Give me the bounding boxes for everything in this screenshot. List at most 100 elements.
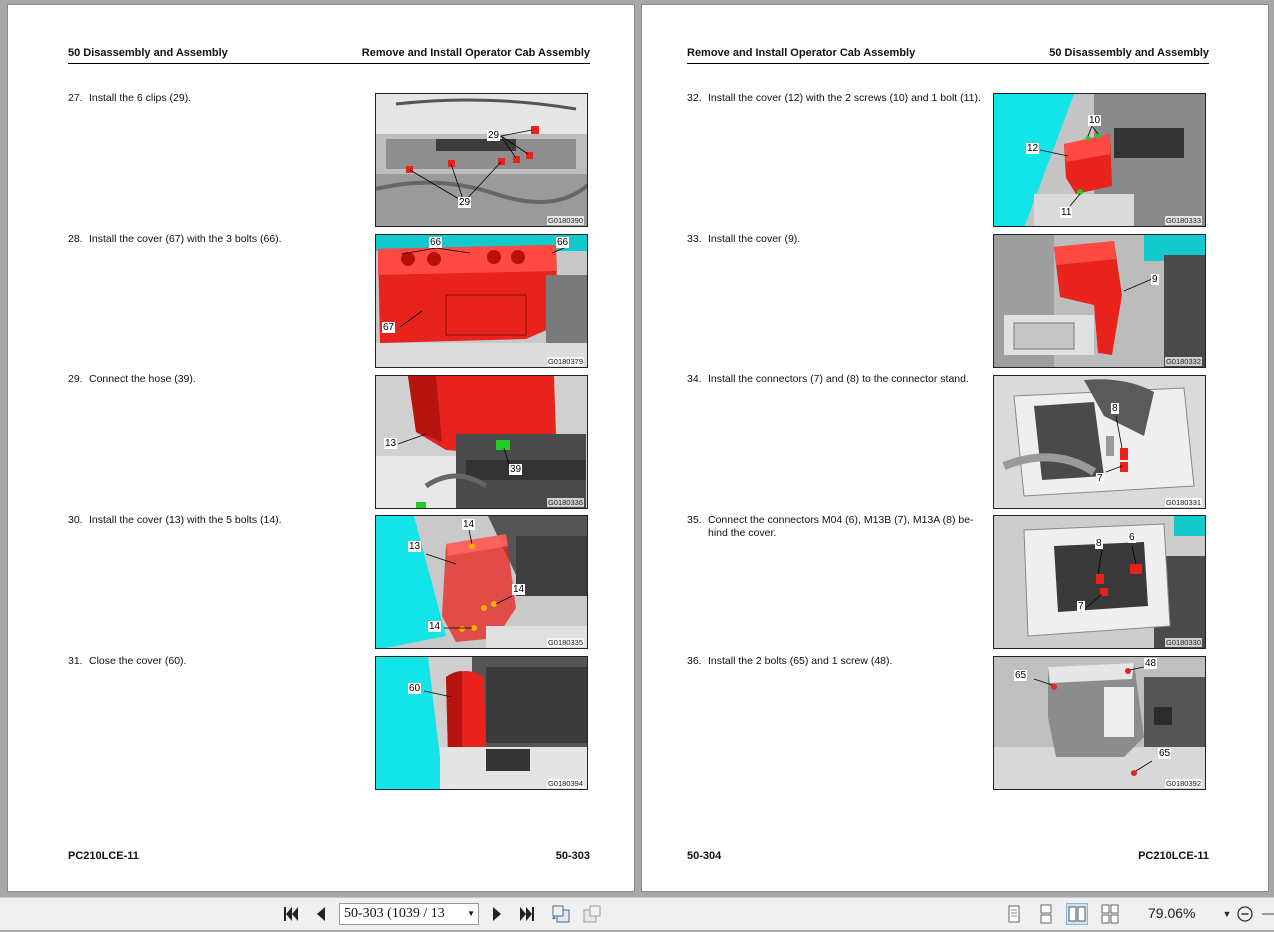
step-number: 32.: [687, 92, 702, 104]
page-header-section: 50 Disassembly and Assembly: [1049, 47, 1209, 59]
figure-code: G0180336: [546, 498, 584, 507]
figure-g0180331: 8 7 G0180331: [993, 375, 1206, 509]
callout-label: 6: [1128, 532, 1136, 543]
callout-label: 29: [458, 197, 472, 208]
step-text: Install the cover (67) with the 3 bolts …: [89, 233, 282, 245]
callout-label: 67: [382, 322, 396, 333]
figure-g0180379: 66 66 67 G0180379: [375, 234, 588, 368]
next-view-icon[interactable]: [581, 903, 603, 925]
step-text: Close the cover (60).: [89, 655, 187, 667]
previous-view-icon[interactable]: [550, 903, 572, 925]
step-text: Install the connectors (7) and (8) to th…: [708, 373, 969, 385]
figure-g0180335: 14 13 14 14 G0180335: [375, 515, 588, 649]
step-text-line1: Connect the connectors M04 (6), M13B (7)…: [708, 514, 974, 526]
step-33: 33. Install the cover (9).: [687, 233, 987, 247]
prev-page-icon[interactable]: [310, 903, 332, 925]
figure-g0180390: 29 29 G0180390: [375, 93, 588, 227]
callout-label: 14: [428, 621, 442, 632]
step-text: Install the cover (9).: [708, 233, 801, 245]
footer-model: PC210LCE-11: [68, 850, 139, 862]
viewer-toolbar: 50-303 (1039 / 13 ▼ 79.06% ▼: [0, 897, 1274, 930]
figure-code: G0180331: [1164, 498, 1202, 507]
page-header-section: 50 Disassembly and Assembly: [68, 47, 228, 59]
figure-g0180394: 60 G0180394: [375, 656, 588, 790]
footer-page-number: 50-303: [555, 850, 590, 862]
callout-label: 39: [509, 464, 523, 475]
step-number: 28.: [68, 233, 83, 245]
callout-label: 48: [1144, 658, 1158, 669]
single-page-icon[interactable]: [1003, 903, 1025, 925]
step-number: 36.: [687, 655, 702, 667]
step-28: 28. Install the cover (67) with the 3 bo…: [68, 233, 368, 247]
callout-label: 7: [1096, 473, 1104, 484]
step-number: 29.: [68, 373, 83, 385]
zoom-out-icon[interactable]: [1235, 903, 1257, 925]
callout-label: 60: [408, 683, 422, 694]
callout-label: 9: [1151, 274, 1159, 285]
figure-code: G0180332: [1164, 357, 1202, 366]
zoom-slider-track[interactable]: [1260, 903, 1274, 925]
callout-label: 11: [1060, 207, 1073, 218]
figure-g0180332: 9 G0180332: [993, 234, 1206, 368]
figure-code: G0180330: [1164, 638, 1202, 647]
page-header-title: Remove and Install Operator Cab Assembly: [361, 47, 590, 59]
callout-label: 66: [429, 237, 443, 248]
step-number: 30.: [68, 514, 83, 526]
facing-pages-icon[interactable]: [1066, 903, 1088, 925]
figure-g0180392: 48 65 65 G0180392: [993, 656, 1206, 790]
figure-code: G0180392: [1164, 779, 1202, 788]
callout-label: 29: [487, 130, 501, 141]
callout-label: 12: [1026, 143, 1040, 154]
step-number: 27.: [68, 92, 83, 104]
figure-code: G0180394: [546, 779, 584, 788]
header-rule: [687, 63, 1209, 64]
step-text: Install the 6 clips (29).: [89, 92, 192, 104]
step-35: 35. Connect the connectors M04 (6), M13B…: [687, 514, 987, 542]
continuous-facing-icon[interactable]: [1099, 903, 1121, 925]
step-number: 34.: [687, 373, 702, 385]
continuous-icon[interactable]: [1035, 903, 1057, 925]
last-page-icon[interactable]: [516, 903, 538, 925]
header-rule: [68, 63, 590, 64]
step-31: 31. Close the cover (60).: [68, 655, 368, 669]
page-header-title: Remove and Install Operator Cab Assembly: [687, 47, 916, 59]
page-number-input[interactable]: 50-303 (1039 / 13 ▼: [339, 903, 479, 925]
step-34: 34. Install the connectors (7) and (8) t…: [687, 373, 987, 387]
zoom-level[interactable]: 79.06%: [1148, 905, 1195, 921]
callout-label: 8: [1111, 403, 1119, 414]
callout-label: 7: [1077, 601, 1085, 612]
callout-label: 14: [512, 584, 526, 595]
callout-label: 65: [1158, 748, 1172, 759]
next-page-icon[interactable]: [486, 903, 508, 925]
step-text: Install the cover (13) with the 5 bolts …: [89, 514, 282, 526]
footer-page-number: 50-304: [687, 850, 722, 862]
callout-label: 13: [408, 541, 422, 552]
step-text-line2: hind the cover.: [708, 527, 777, 539]
figure-code: G0180390: [546, 216, 584, 225]
page-number-value: 50-303 (1039 / 13: [344, 906, 445, 921]
callout-label: 8: [1095, 538, 1103, 549]
first-page-icon[interactable]: [280, 903, 302, 925]
footer-model: PC210LCE-11: [1138, 850, 1209, 862]
step-29: 29. Connect the hose (39).: [68, 373, 368, 387]
step-32: 32. Install the cover (12) with the 2 sc…: [687, 92, 987, 106]
figure-code: G0180333: [1164, 216, 1202, 225]
figure-g0180336: 13 39 G0180336: [375, 375, 588, 509]
step-number: 31.: [68, 655, 83, 667]
callout-label: 10: [1088, 115, 1102, 126]
figure-code: G0180379: [546, 357, 584, 366]
page-dropdown-icon[interactable]: ▼: [467, 904, 475, 924]
figure-code: G0180335: [546, 638, 584, 647]
step-text: Connect the hose (39).: [89, 373, 196, 385]
pdf-page-right: Remove and Install Operator Cab Assembly…: [641, 4, 1269, 892]
step-27: 27. Install the 6 clips (29).: [68, 92, 368, 106]
step-text: Install the cover (12) with the 2 screws…: [708, 92, 981, 104]
callout-label: 65: [1014, 670, 1028, 681]
step-text: Install the 2 bolts (65) and 1 screw (48…: [708, 655, 893, 667]
step-30: 30. Install the cover (13) with the 5 bo…: [68, 514, 368, 528]
callout-label: 13: [384, 438, 398, 449]
callout-label: 66: [556, 237, 570, 248]
pdf-page-left: 50 Disassembly and Assembly Remove and I…: [7, 4, 635, 892]
callout-label: 14: [462, 519, 476, 530]
figure-g0180330: 8 6 7 G0180330: [993, 515, 1206, 649]
